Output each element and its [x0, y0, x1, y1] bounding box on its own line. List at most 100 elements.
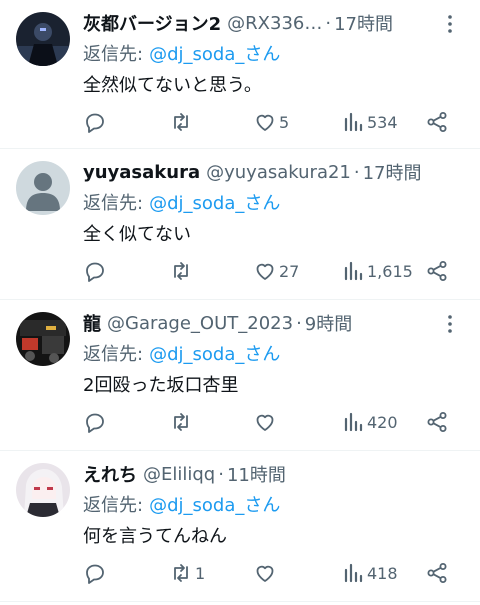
reply-prefix: 返信先:: [83, 495, 144, 516]
separator-dot: ·: [325, 12, 332, 34]
share-icon: [427, 261, 447, 281]
tweet-actions: 27 1,615: [83, 257, 468, 285]
avatar[interactable]: [16, 463, 70, 517]
tweet-header: 龍 @Garage_OUT_2023 · 9時間: [83, 310, 468, 336]
timestamp[interactable]: 11時間: [227, 461, 286, 487]
avatar[interactable]: [16, 12, 70, 66]
share-button[interactable]: [425, 408, 449, 436]
display-name[interactable]: 龍: [83, 310, 101, 336]
heart-icon: [256, 565, 274, 582]
reply-feed: 灰都バージョン2 @RX336… · 17時間 返信先: @dj_soda_さん…: [0, 0, 480, 602]
timestamp[interactable]: 17時間: [334, 10, 393, 36]
timestamp[interactable]: 17時間: [363, 159, 422, 185]
more-options-icon[interactable]: [438, 12, 462, 36]
view-count: 1,615: [367, 261, 413, 281]
anime-girl-avatar-icon: [16, 463, 70, 517]
views-button[interactable]: 418: [341, 559, 398, 587]
tweet-text: 何を言うてんねん: [83, 526, 227, 547]
retweet-icon: [174, 113, 188, 131]
avatar[interactable]: [16, 312, 70, 366]
reply-button[interactable]: [83, 408, 109, 436]
heart-icon: [256, 263, 274, 280]
more-options-icon[interactable]: [438, 312, 462, 336]
user-handle[interactable]: @yuyasakura21: [206, 162, 351, 183]
tweet-text: 2回殴った坂口杏里: [83, 375, 239, 396]
reply-icon: [86, 564, 104, 584]
user-handle[interactable]: @RX336…: [227, 13, 322, 34]
reply-to-handle[interactable]: @dj_soda_さん: [149, 491, 280, 517]
tweet[interactable]: 龍 @Garage_OUT_2023 · 9時間 返信先: @dj_soda_さ…: [0, 300, 480, 451]
views-button[interactable]: 420: [341, 408, 398, 436]
tweet-body: 灰都バージョン2 @RX336… · 17時間 返信先: @dj_soda_さん…: [83, 10, 468, 133]
reply-prefix: 返信先:: [83, 44, 144, 65]
retweet-button[interactable]: 1: [169, 559, 205, 587]
separator-dot: ·: [296, 312, 302, 334]
tweet-header: yuyasakura @yuyasakura21 · 17時間: [83, 159, 468, 185]
display-name[interactable]: 灰都バージョン2: [83, 10, 221, 36]
replying-to: 返信先: @dj_soda_さん: [83, 40, 468, 66]
reply-prefix: 返信先:: [83, 193, 144, 214]
reply-icon: [86, 413, 104, 433]
bar-chart-icon: [344, 112, 363, 132]
reply-prefix: 返信先:: [83, 344, 144, 365]
retweet-count: 1: [195, 563, 206, 583]
share-icon: [427, 112, 447, 132]
retweet-button[interactable]: [169, 108, 195, 136]
tweet-body: えれち @Eliliqq · 11時間 返信先: @dj_soda_さん 何を言…: [83, 461, 468, 584]
tweet[interactable]: えれち @Eliliqq · 11時間 返信先: @dj_soda_さん 何を言…: [0, 451, 480, 602]
like-button[interactable]: [253, 559, 279, 587]
replying-to: 返信先: @dj_soda_さん: [83, 491, 468, 517]
replying-to: 返信先: @dj_soda_さん: [83, 189, 468, 215]
like-count: 5: [279, 112, 290, 132]
reply-button[interactable]: [83, 108, 109, 136]
like-button[interactable]: 27: [253, 257, 299, 285]
like-button[interactable]: [253, 408, 279, 436]
display-name[interactable]: yuyasakura: [83, 162, 200, 183]
share-button[interactable]: [425, 559, 449, 587]
like-count: 27: [279, 261, 300, 281]
retweet-icon: [174, 413, 188, 431]
share-button[interactable]: [425, 257, 449, 285]
retweet-button[interactable]: [169, 408, 195, 436]
separator-dot: ·: [353, 161, 360, 183]
reply-to-handle[interactable]: @dj_soda_さん: [149, 189, 280, 215]
tweet-text: 全く似てない: [83, 224, 191, 245]
avatar[interactable]: [16, 161, 70, 215]
dark-character-avatar-icon: [16, 12, 70, 66]
tweet-actions: 1 418: [83, 559, 468, 587]
retweet-icon: [174, 262, 188, 280]
reply-button[interactable]: [83, 559, 109, 587]
share-button[interactable]: [425, 108, 449, 136]
garage-photo-avatar-icon: [16, 312, 70, 366]
views-button[interactable]: 1,615: [341, 257, 413, 285]
separator-dot: ·: [218, 463, 224, 485]
tweet-actions: 420: [83, 408, 468, 436]
user-handle[interactable]: @Garage_OUT_2023: [107, 313, 293, 334]
reply-button[interactable]: [83, 257, 109, 285]
tweet[interactable]: 灰都バージョン2 @RX336… · 17時間 返信先: @dj_soda_さん…: [0, 0, 480, 149]
reply-icon: [86, 262, 104, 282]
tweet-header: えれち @Eliliqq · 11時間: [83, 461, 468, 487]
share-icon: [427, 563, 447, 583]
heart-icon: [256, 114, 274, 131]
tweet[interactable]: yuyasakura @yuyasakura21 · 17時間 返信先: @dj…: [0, 149, 480, 300]
timestamp[interactable]: 9時間: [305, 310, 352, 336]
share-icon: [427, 412, 447, 432]
reply-to-handle[interactable]: @dj_soda_さん: [149, 340, 280, 366]
tweet-header: 灰都バージョン2 @RX336… · 17時間: [83, 10, 468, 36]
view-count: 534: [367, 112, 398, 132]
tweet-body: yuyasakura @yuyasakura21 · 17時間 返信先: @dj…: [83, 159, 468, 282]
retweet-button[interactable]: [169, 257, 195, 285]
like-button[interactable]: 5: [253, 108, 289, 136]
user-handle[interactable]: @Eliliqq: [143, 464, 215, 485]
display-name[interactable]: えれち: [83, 461, 137, 487]
heart-icon: [256, 414, 274, 431]
default-user-avatar-icon: [16, 161, 70, 215]
view-count: 420: [367, 412, 398, 432]
reply-to-handle[interactable]: @dj_soda_さん: [149, 40, 280, 66]
reply-icon: [86, 113, 104, 133]
replying-to: 返信先: @dj_soda_さん: [83, 340, 468, 366]
retweet-icon: [174, 564, 188, 582]
bar-chart-icon: [344, 412, 363, 432]
views-button[interactable]: 534: [341, 108, 398, 136]
